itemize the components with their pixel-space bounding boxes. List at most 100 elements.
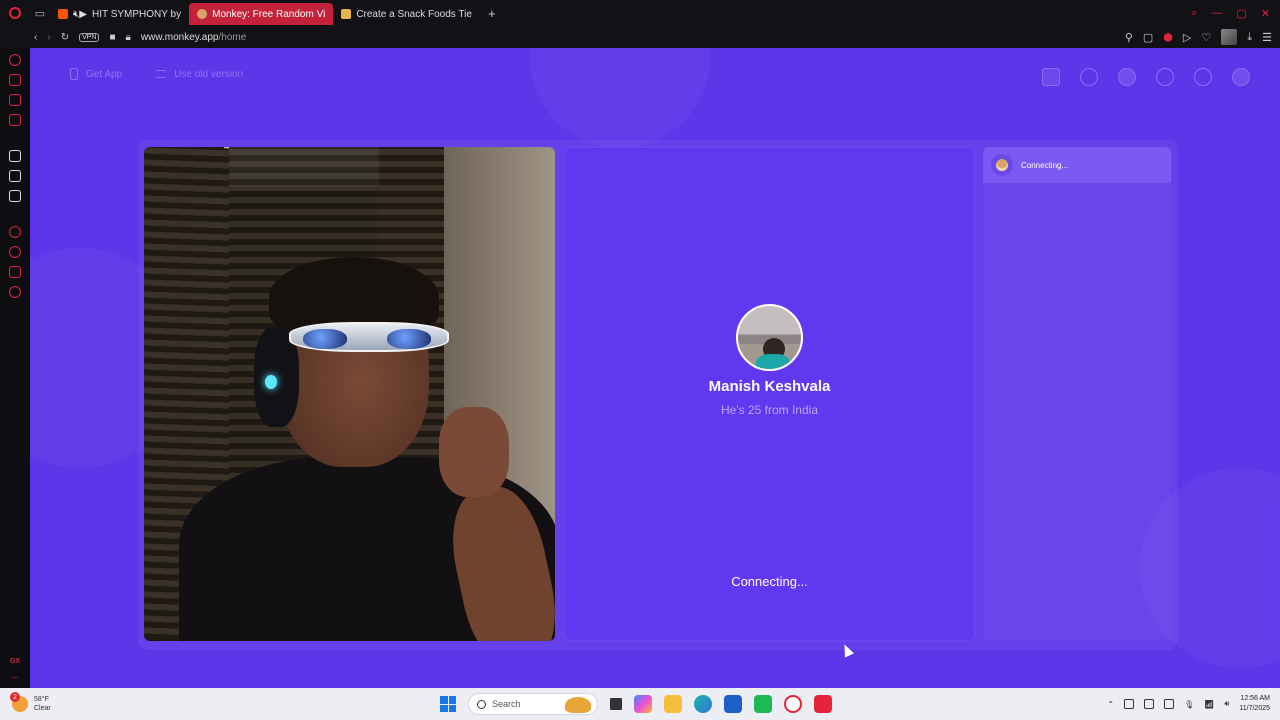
taskbar-apps: Search: [440, 688, 832, 720]
profile-avatar[interactable]: [1221, 29, 1238, 45]
new-tab-button[interactable]: +: [480, 6, 504, 21]
history-clock-icon[interactable]: [1156, 68, 1174, 86]
maximize-button[interactable]: ▢: [1236, 7, 1246, 20]
vpn-badge[interactable]: VPN: [79, 32, 100, 42]
sync-icon[interactable]: [1124, 699, 1135, 709]
system-tray: ⌃ 🎙︎ 📶︎ 🔊︎ 12:56 AM 11/7/2025: [1107, 688, 1270, 720]
volume-icon[interactable]: 🔊︎: [1224, 699, 1229, 709]
heart-icon[interactable]: ♡: [1201, 31, 1211, 44]
self-video: [144, 147, 555, 641]
phone-icon: [70, 68, 78, 80]
weather-widget[interactable]: 2 58°F Clear: [0, 692, 150, 713]
more-icon[interactable]: ···: [12, 675, 19, 682]
translate-icon[interactable]: [9, 170, 21, 182]
shop-icon[interactable]: [1042, 68, 1060, 86]
weather-desc: Clear: [34, 705, 51, 712]
gx-icon[interactable]: GX: [10, 658, 20, 665]
connection-status: Connecting...: [731, 574, 808, 589]
tab-label: Monkey: Free Random Vi: [212, 8, 326, 20]
tab-label: HIT SYMPHONY by: [92, 8, 182, 20]
tray-chevron-icon[interactable]: ⌃: [1107, 700, 1114, 709]
chat-icon[interactable]: [1194, 68, 1212, 86]
search-tabs-icon[interactable]: ⌕: [1191, 7, 1197, 20]
browser-sidebar: GX ···: [0, 48, 30, 688]
shopping-icon[interactable]: [9, 74, 21, 86]
tab-menu-icon[interactable]: ▭: [30, 0, 50, 26]
close-button[interactable]: ✕: [1261, 7, 1270, 20]
toolbar-right: ⚲ ▢ ⬢ ▷ ♡ ⤓ ☰: [1125, 29, 1280, 45]
x-twitter-icon[interactable]: [9, 190, 21, 202]
cloud-icon[interactable]: [1164, 699, 1175, 709]
profile-icon[interactable]: [1232, 68, 1250, 86]
match-avatar[interactable]: [736, 304, 803, 371]
search-icon[interactable]: [1080, 68, 1098, 86]
adblock-icon[interactable]: ⬢: [1163, 31, 1173, 44]
monkey-icon: [991, 154, 1013, 176]
instagram-icon[interactable]: [9, 94, 21, 106]
url-domain: www.monkey.app: [140, 31, 219, 43]
friends-icon[interactable]: [1118, 68, 1136, 86]
tab-hit-symphony[interactable]: 🔇︎▶ HIT SYMPHONY by: [50, 3, 189, 25]
aria-icon[interactable]: [9, 54, 21, 66]
chat-header: Connecting...: [983, 147, 1171, 183]
clock-time: 12:56 AM: [1240, 695, 1270, 702]
chat-status: Connecting...: [1021, 160, 1069, 170]
page-favicon-icon: [341, 9, 352, 19]
copilot-icon[interactable]: [634, 695, 652, 713]
match-name: Manish Keshvala: [708, 378, 831, 395]
bg-decoration: [530, 48, 710, 148]
calendar-icon[interactable]: [9, 114, 21, 126]
reload-icon[interactable]: ↻: [61, 32, 69, 43]
edge-icon[interactable]: [694, 695, 712, 713]
minimize-button[interactable]: —: [1211, 7, 1222, 20]
sliders-icon: [156, 70, 167, 78]
tab-monkey[interactable]: Monkey: Free Random Vi: [189, 3, 334, 25]
camera-icon[interactable]: ■: [109, 32, 115, 43]
forward-icon[interactable]: ›: [47, 32, 50, 43]
player-sidebar-icon[interactable]: [9, 226, 21, 238]
address-bar: ‹ › ↻ VPN ■ 🔒︎ www.monkey.app/home ⚲ ▢ ⬢…: [0, 26, 1280, 48]
browser-tab-bar: ▭ 🔇︎▶ HIT SYMPHONY by Monkey: Free Rando…: [0, 0, 1280, 26]
pin-icon[interactable]: ⚲: [1125, 31, 1133, 44]
onedrive-icon[interactable]: [1144, 699, 1155, 709]
search-highlight-icon: [565, 697, 591, 713]
match-subtitle: He's 25 from India: [720, 403, 818, 417]
top-icons: [1042, 68, 1250, 86]
sunglasses: [289, 322, 449, 352]
store-icon[interactable]: [724, 695, 742, 713]
opera-gx-taskbar-icon[interactable]: [784, 695, 802, 713]
menu-icon[interactable]: ☰: [1262, 31, 1272, 44]
microphone-icon[interactable]: 🎙︎: [1184, 700, 1194, 709]
windows-start-icon[interactable]: [440, 696, 456, 712]
settings-icon[interactable]: [9, 286, 21, 298]
app-green-icon[interactable]: [754, 695, 772, 713]
opera-logo-icon[interactable]: [0, 0, 30, 26]
url-field[interactable]: www.monkey.app/home: [141, 32, 246, 43]
player-icon[interactable]: ▷: [1183, 31, 1191, 44]
top-nav: Get App Use old version: [70, 68, 243, 80]
history-icon[interactable]: [9, 246, 21, 258]
chat-panel: Connecting...: [983, 147, 1171, 641]
back-icon[interactable]: ‹: [34, 32, 37, 43]
extensions-icon[interactable]: [9, 266, 21, 278]
file-explorer-icon[interactable]: [664, 695, 682, 713]
get-app-button[interactable]: Get App: [70, 68, 122, 80]
clock[interactable]: 12:56 AM 11/7/2025: [1239, 694, 1270, 714]
search-placeholder: Search: [492, 699, 521, 709]
task-view-icon[interactable]: [610, 698, 622, 710]
chatgpt-icon[interactable]: [9, 150, 21, 162]
use-old-version-button[interactable]: Use old version: [156, 68, 243, 80]
search-icon: [477, 699, 486, 709]
get-app-label: Get App: [86, 68, 123, 80]
notification-badge: 2: [10, 692, 20, 702]
wifi-icon[interactable]: 📶︎: [1204, 700, 1214, 709]
taskbar-search[interactable]: Search: [468, 693, 598, 715]
mute-icon[interactable]: 🔇︎▶: [73, 9, 87, 20]
download-icon[interactable]: ⤓: [1247, 31, 1252, 44]
tab-snack-foods[interactable]: Create a Snack Foods Tie: [333, 3, 480, 25]
snapshot-icon[interactable]: ▢: [1143, 31, 1153, 44]
tiktok-icon[interactable]: [814, 695, 832, 713]
windows-taskbar: 2 58°F Clear Search ⌃ 🎙︎ 📶︎ 🔊︎ 12:56 AM: [0, 688, 1280, 720]
lock-icon[interactable]: 🔒︎: [126, 32, 131, 43]
soundcloud-icon: [58, 9, 68, 19]
